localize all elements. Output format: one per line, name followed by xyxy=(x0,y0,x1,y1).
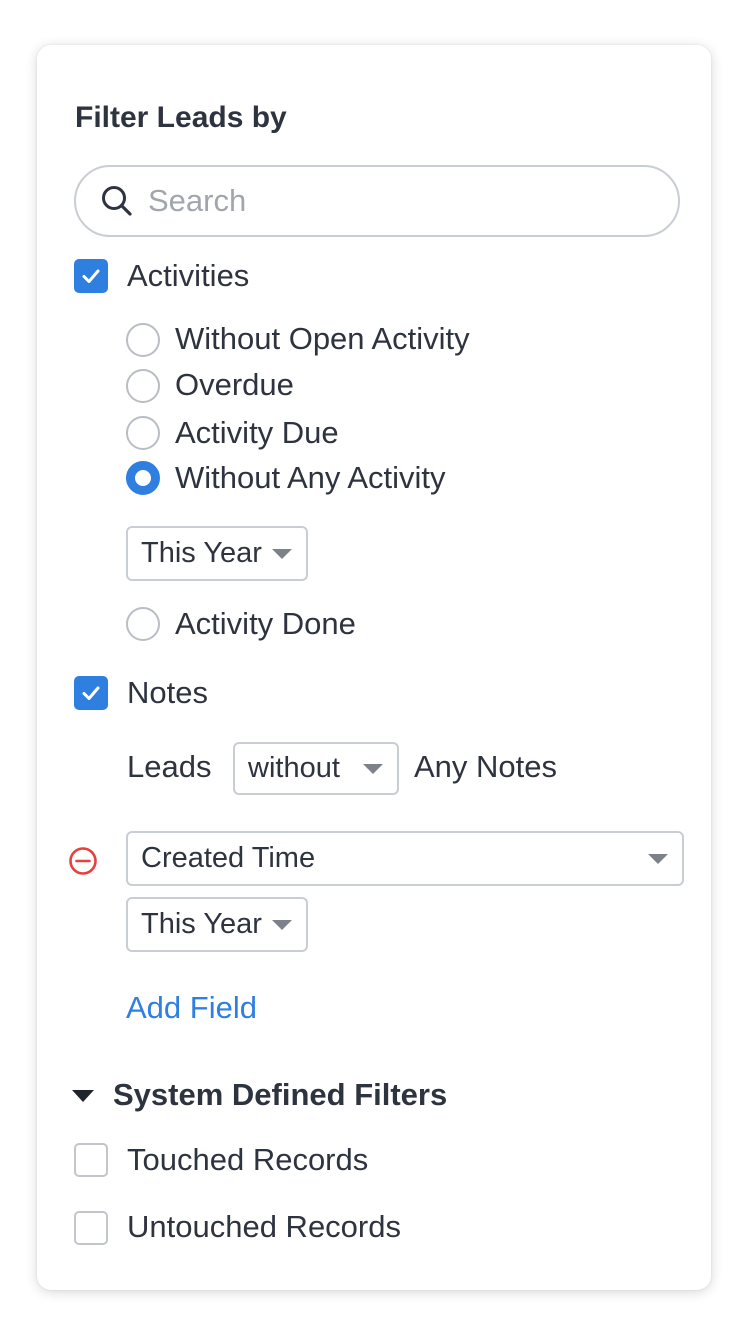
chevron-down-icon xyxy=(272,919,292,930)
field-select-value: Created Time xyxy=(141,842,316,874)
radio-label-activity-done: Activity Done xyxy=(175,606,356,641)
activity-period-value: This Year xyxy=(141,537,262,569)
field-select[interactable]: Created Time xyxy=(126,831,684,886)
filter-panel: Filter Leads by Activities Without Open … xyxy=(37,45,711,1290)
radio-label-activity-due: Activity Due xyxy=(175,415,339,450)
radio-overdue[interactable] xyxy=(126,369,160,403)
activities-label: Activities xyxy=(127,258,250,293)
activity-period-select[interactable]: This Year xyxy=(126,526,308,581)
notes-checkbox[interactable] xyxy=(74,676,108,710)
search-box[interactable] xyxy=(74,165,680,237)
caret-down-icon[interactable] xyxy=(71,1088,95,1104)
radio-without-open-activity[interactable] xyxy=(126,323,160,357)
checkmark-icon xyxy=(82,686,100,700)
panel-title: Filter Leads by xyxy=(75,101,287,134)
notes-prefix: Leads xyxy=(127,749,212,784)
notes-condition-value: without xyxy=(248,752,340,784)
radio-without-any-activity[interactable] xyxy=(126,461,160,495)
chevron-down-icon xyxy=(648,853,668,864)
radio-label-overdue: Overdue xyxy=(175,367,294,402)
notes-condition-select[interactable]: without xyxy=(233,742,399,795)
radio-label-without-open-activity: Without Open Activity xyxy=(175,321,470,356)
checkmark-icon xyxy=(82,269,100,283)
chevron-down-icon xyxy=(363,763,383,774)
field-period-select[interactable]: This Year xyxy=(126,897,308,952)
touched-records-checkbox[interactable] xyxy=(74,1143,108,1177)
remove-icon[interactable] xyxy=(67,845,99,877)
touched-records-label: Touched Records xyxy=(127,1142,369,1177)
radio-activity-due[interactable] xyxy=(126,416,160,450)
activities-checkbox[interactable] xyxy=(74,259,108,293)
radio-label-without-any-activity: Without Any Activity xyxy=(175,460,446,495)
add-field-link[interactable]: Add Field xyxy=(126,990,257,1026)
notes-label: Notes xyxy=(127,675,208,710)
notes-suffix: Any Notes xyxy=(414,749,558,784)
field-period-value: This Year xyxy=(141,908,262,940)
search-icon xyxy=(102,186,132,216)
radio-activity-done[interactable] xyxy=(126,607,160,641)
system-filters-title[interactable]: System Defined Filters xyxy=(113,1077,447,1113)
search-input[interactable] xyxy=(148,183,668,219)
untouched-records-checkbox[interactable] xyxy=(74,1211,108,1245)
untouched-records-label: Untouched Records xyxy=(127,1209,401,1244)
chevron-down-icon xyxy=(272,548,292,559)
